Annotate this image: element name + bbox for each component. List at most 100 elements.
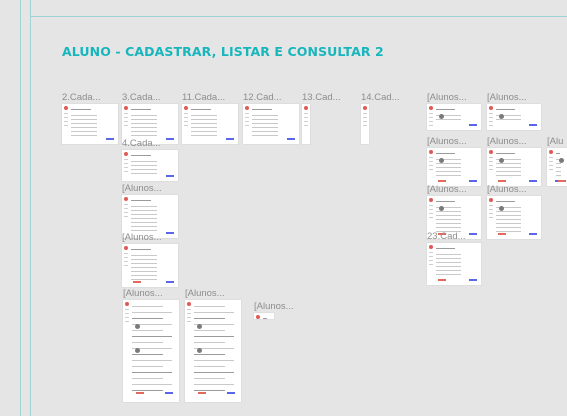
thumbnail-line: [496, 167, 522, 168]
thumbnail-line: [436, 270, 462, 271]
frame-label[interactable]: [Alunos...: [427, 184, 467, 195]
frame-thumbnail[interactable]: [254, 313, 274, 319]
thumbnail-primary-button: [106, 138, 114, 140]
thumbnail-avatar: [439, 158, 444, 163]
frame-label[interactable]: [Alunos...: [122, 232, 162, 243]
thumbnail-primary-button: [165, 392, 173, 394]
frame-label[interactable]: [Alunos...: [254, 301, 294, 312]
thumbnail-line: [131, 115, 158, 116]
thumbnail-line: [194, 342, 225, 343]
thumbnail-line: [496, 219, 522, 220]
frame-label[interactable]: 13.Cad...: [302, 92, 341, 103]
thumbnail-line: [556, 171, 561, 172]
thumbnail-line: [436, 254, 462, 255]
frame-label[interactable]: 12.Cad...: [243, 92, 282, 103]
thumbnail-line: [194, 354, 225, 355]
frame-thumbnail[interactable]: [182, 104, 238, 144]
frame-thumbnail[interactable]: [427, 104, 481, 130]
thumbnail-line: [252, 135, 279, 136]
thumbnail-cancel-button: [133, 281, 141, 283]
thumbnail-primary-button: [166, 138, 174, 140]
thumbnail-line: [131, 271, 158, 272]
thumbnail-line: [132, 336, 172, 337]
thumbnail-avatar: [197, 348, 202, 353]
thumbnail-line: [436, 175, 462, 176]
frame-label[interactable]: [Alunos...: [427, 92, 467, 103]
thumbnail-primary-button: [529, 180, 537, 182]
thumbnail-line: [131, 165, 158, 166]
thumbnail-line: [194, 390, 225, 391]
frame-label[interactable]: 23.Cad...: [427, 231, 466, 242]
thumbnail-line: [194, 384, 234, 385]
frame-thumbnail[interactable]: [122, 150, 178, 181]
thumbnail-primary-button: [529, 233, 537, 235]
frame-label[interactable]: [Alunos...: [185, 288, 225, 299]
thumbnail-line: [191, 123, 218, 124]
frame-thumbnail[interactable]: [547, 148, 567, 186]
thumbnail-avatar: [135, 348, 140, 353]
thumbnail-line: [436, 219, 462, 220]
thumbnail-line: [71, 109, 91, 110]
frame-label[interactable]: [Alunos...: [427, 136, 467, 147]
frame-thumbnail[interactable]: [361, 104, 369, 144]
frame-label[interactable]: 3.Cada...: [122, 92, 161, 103]
thumbnail-line: [131, 200, 151, 201]
thumbnail-cancel-button: [198, 392, 206, 394]
section-title: ALUNO - CADASTRAR, LISTAR E CONSULTAR 2: [62, 44, 384, 59]
thumbnail-line: [436, 167, 462, 168]
frame-label[interactable]: 4.Cada...: [122, 138, 161, 149]
thumbnail-primary-button: [287, 138, 295, 140]
thumbnail-line: [132, 318, 163, 319]
thumbnail-line: [496, 231, 522, 232]
thumbnail-primary-button: [469, 233, 477, 235]
thumbnail-line: [436, 163, 462, 164]
thumbnail-line: [263, 318, 267, 319]
thumbnail-primary-button: [529, 124, 537, 126]
thumbnail-line: [71, 127, 98, 128]
frame-thumbnail[interactable]: [487, 148, 541, 186]
frame-label[interactable]: [Alu: [547, 136, 563, 147]
frame-label[interactable]: 2.Cada...: [62, 92, 101, 103]
thumbnail-line: [191, 109, 211, 110]
thumbnail-line: [194, 318, 225, 319]
thumbnail-avatar: [499, 158, 504, 163]
frame-label[interactable]: [Alunos...: [122, 183, 162, 194]
frame-thumbnail[interactable]: [302, 104, 310, 144]
thumbnail-line: [131, 127, 158, 128]
thumbnail-line: [131, 173, 158, 174]
thumbnail-line: [194, 360, 234, 361]
thumbnail-line: [132, 390, 163, 391]
frame-thumbnail[interactable]: [185, 300, 241, 402]
thumbnail-line: [194, 306, 225, 307]
frame-label[interactable]: [Alunos...: [487, 92, 527, 103]
thumbnail-primary-button: [469, 124, 477, 126]
frame-thumbnail[interactable]: [243, 104, 299, 144]
thumbnail-line: [131, 230, 158, 231]
thumbnail-cancel-button: [438, 180, 446, 182]
frame-thumbnail[interactable]: [123, 300, 179, 402]
thumbnail-line: [131, 226, 158, 227]
frame-label[interactable]: [Alunos...: [487, 136, 527, 147]
frame-label[interactable]: [Alunos...: [123, 288, 163, 299]
thumbnail-line: [131, 169, 158, 170]
frame-thumbnail[interactable]: [487, 104, 541, 130]
thumbnail-cancel-button: [498, 233, 506, 235]
frame-thumbnail[interactable]: [122, 244, 178, 287]
thumbnail-line: [496, 163, 522, 164]
frame-label[interactable]: 11.Cada...: [182, 92, 225, 103]
frame-thumbnail[interactable]: [427, 148, 481, 186]
thumbnail-line: [132, 312, 172, 313]
thumbnail-line: [132, 354, 163, 355]
frame-label[interactable]: [Alunos...: [487, 184, 527, 195]
thumbnail-line: [71, 115, 98, 116]
frame-thumbnail[interactable]: [62, 104, 118, 144]
frame-thumbnail[interactable]: [427, 243, 481, 285]
thumbnail-line: [131, 259, 158, 260]
thumbnail-line: [496, 109, 515, 110]
frame-thumbnail[interactable]: [487, 196, 541, 239]
frame-label[interactable]: 14.Cad...: [361, 92, 400, 103]
thumbnail-line: [194, 336, 234, 337]
thumbnail-line: [71, 135, 98, 136]
thumbnail-line: [556, 163, 561, 164]
thumbnail-line: [131, 263, 158, 264]
